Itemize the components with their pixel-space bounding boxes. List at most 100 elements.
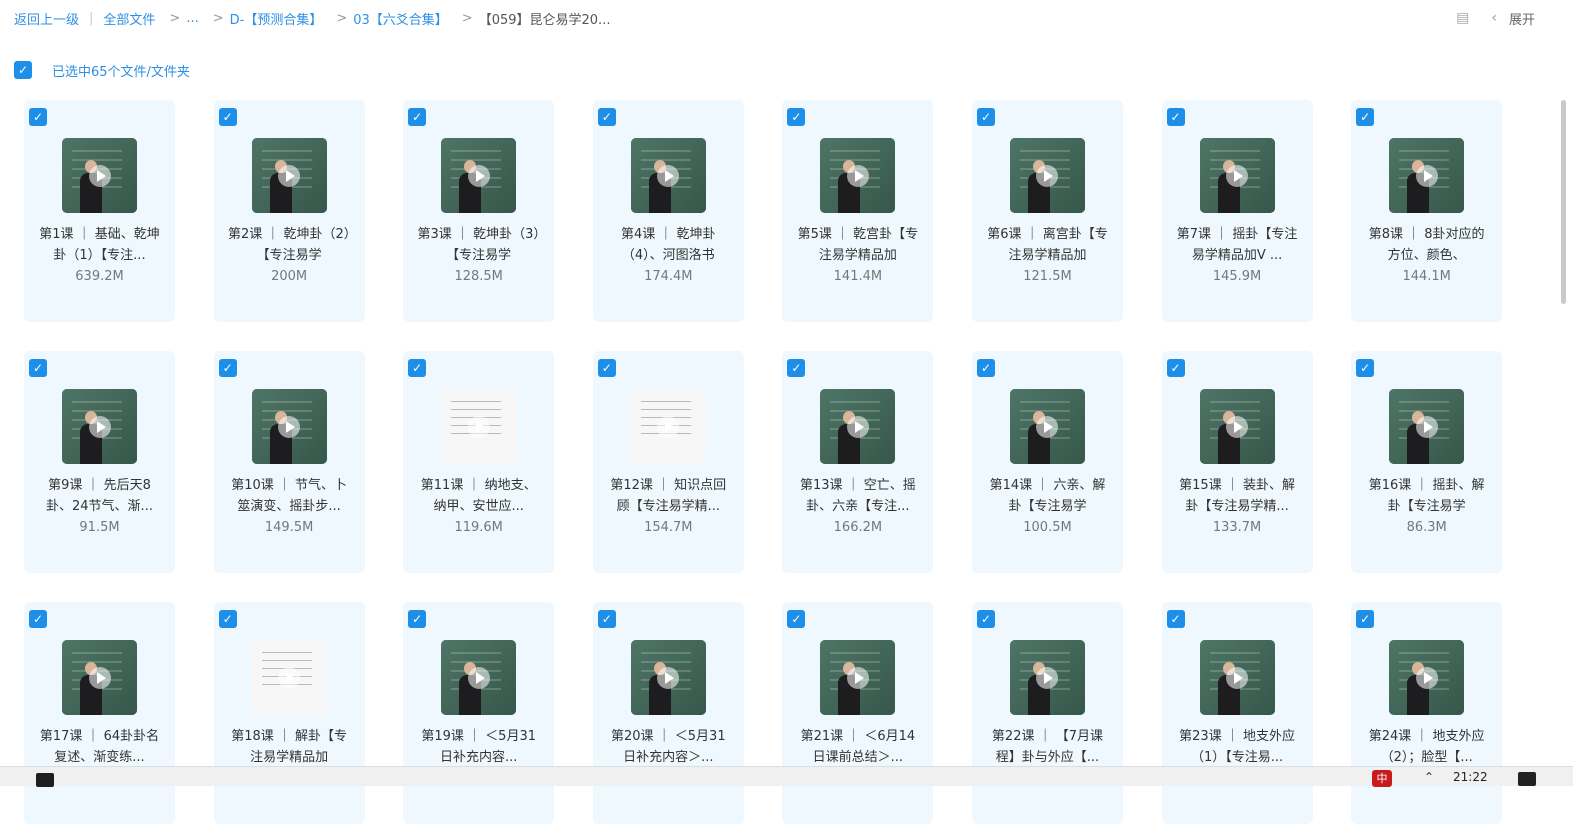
file-checkbox[interactable]: ✓ [787,108,806,126]
scrollbar-thumb[interactable] [1561,100,1566,304]
file-card[interactable]: ✓ 第19课 ｜ ＜5月31日补充内容... [403,602,555,824]
play-icon[interactable] [1226,164,1249,187]
file-card[interactable]: ✓ 第5课 ｜ 乾宫卦【专注易学精品加 141.4M [782,100,934,322]
video-thumbnail[interactable] [1009,389,1085,464]
file-checkbox[interactable]: ✓ [408,610,427,628]
file-name[interactable]: 第18课 ｜ 解卦【专注易学精品加 [226,726,353,768]
play-icon[interactable] [467,164,490,187]
file-card[interactable]: ✓ 第2课 ｜ 乾坤卦（2）【专注易学 200M [213,100,365,322]
play-icon[interactable] [1036,666,1059,689]
play-icon[interactable] [1036,164,1059,187]
breadcrumb-all-files[interactable]: 全部文件 [103,9,155,28]
file-name[interactable]: 第4课 ｜ 乾坤卦（4）、河图洛书 [605,224,732,266]
play-icon[interactable] [1226,415,1249,438]
play-icon[interactable] [88,164,111,187]
video-thumbnail[interactable] [630,138,706,213]
file-checkbox[interactable]: ✓ [218,359,237,377]
file-name[interactable]: 第5课 ｜ 乾宫卦【专注易学精品加 [794,224,921,266]
file-name[interactable]: 第8课 ｜ 8卦对应的方位、颜色、 [1363,224,1490,266]
video-thumbnail[interactable] [62,389,137,464]
file-checkbox[interactable]: ✓ [29,610,47,628]
play-icon[interactable] [846,666,869,689]
file-name[interactable]: 第3课 ｜ 乾坤卦（3）【专注易学 [415,224,542,266]
file-checkbox[interactable]: ✓ [1166,610,1185,628]
video-thumbnail[interactable] [820,640,896,715]
play-icon[interactable] [846,415,869,438]
file-name[interactable]: 第16课 ｜ 摇卦、解卦【专注易学 [1363,475,1490,517]
file-card[interactable]: ✓ 第16课 ｜ 摇卦、解卦【专注易学 86.3M [1351,351,1503,573]
video-thumbnail[interactable] [1389,640,1465,715]
breadcrumb-level2[interactable]: 03【六爻合集】 [353,9,448,28]
file-card[interactable]: ✓ 第21课 ｜ ＜6月14日课前总结＞... [782,602,934,824]
play-icon[interactable] [657,415,680,438]
file-name[interactable]: 第12课 ｜ 知识点回顾【专注易学精... [605,475,732,517]
file-checkbox[interactable]: ✓ [597,359,616,377]
file-checkbox[interactable]: ✓ [976,108,995,126]
file-name[interactable]: 第24课 ｜ 地支外应（2）；脸型【... [1363,726,1490,768]
file-checkbox[interactable]: ✓ [787,610,806,628]
file-checkbox[interactable]: ✓ [787,359,806,377]
file-checkbox[interactable]: ✓ [408,108,427,126]
play-icon[interactable] [467,415,490,438]
file-name[interactable]: 第6课 ｜ 离宫卦【专注易学精品加 [984,224,1111,266]
monitor-icon[interactable]: ▤ [1456,10,1469,26]
file-name[interactable]: 第21课 ｜ ＜6月14日课前总结＞... [794,726,921,768]
clock[interactable]: 21:22 [1453,770,1488,784]
select-all-checkbox[interactable]: ✓ [14,61,32,79]
file-card[interactable]: ✓ 第14课 ｜ 六亲、解卦【专注易学 100.5M [971,351,1123,573]
file-card[interactable]: ✓ 第13课 ｜ 空亡、摇卦、六亲【专注... 166.2M [782,351,934,573]
breadcrumb-level1[interactable]: D-【预测合集】 [230,9,323,28]
file-card[interactable]: ✓ 第17课 ｜ 64卦卦名复述、渐变练... [24,602,175,824]
video-thumbnail[interactable] [1389,389,1465,464]
file-name[interactable]: 第17课 ｜ 64卦卦名复述、渐变练... [36,726,163,768]
file-checkbox[interactable]: ✓ [597,108,616,126]
file-card[interactable]: ✓ 第4课 ｜ 乾坤卦（4）、河图洛书 174.4M [592,100,744,322]
play-icon[interactable] [657,666,680,689]
file-name[interactable]: 第19课 ｜ ＜5月31日补充内容... [415,726,542,768]
file-card[interactable]: ✓ 第23课 ｜ 地支外应（1）【专注易... [1161,602,1313,824]
file-card[interactable]: ✓ 第12课 ｜ 知识点回顾【专注易学精... 154.7M [592,351,744,573]
file-name[interactable]: 第23课 ｜ 地支外应（1）【专注易... [1174,726,1301,768]
play-icon[interactable] [657,164,680,187]
file-card[interactable]: ✓ 第22课 ｜ 【7月课程】卦与外应【... [971,602,1123,824]
video-thumbnail[interactable] [820,389,896,464]
file-card[interactable]: ✓ 第10课 ｜ 节气、卜筮演变、摇卦步... 149.5M [213,351,365,573]
play-icon[interactable] [1036,415,1059,438]
file-checkbox[interactable]: ✓ [218,610,237,628]
breadcrumb-ellipsis[interactable]: ... [186,11,198,26]
video-thumbnail[interactable] [441,389,517,464]
play-icon[interactable] [278,666,301,689]
play-icon[interactable] [88,415,111,438]
file-checkbox[interactable]: ✓ [29,108,47,126]
video-thumbnail[interactable] [1009,640,1085,715]
file-card[interactable]: ✓ 第11课 ｜ 纳地支、纳甲、安世应... 119.6M [403,351,555,573]
play-icon[interactable] [278,415,301,438]
file-checkbox[interactable]: ✓ [218,108,237,126]
video-thumbnail[interactable] [441,640,517,715]
file-name[interactable]: 第11课 ｜ 纳地支、纳甲、安世应... [415,475,542,517]
terminal-icon[interactable] [36,773,54,787]
play-icon[interactable] [88,666,111,689]
file-card[interactable]: ✓ 第7课 ｜ 摇卦【专注易学精品加V ... 145.9M [1161,100,1313,322]
video-thumbnail[interactable] [1199,138,1275,213]
file-name[interactable]: 第15课 ｜ 装卦、解卦【专注易学精... [1174,475,1301,517]
file-card[interactable]: ✓ 第3课 ｜ 乾坤卦（3）【专注易学 128.5M [403,100,555,322]
file-card[interactable]: ✓ 第18课 ｜ 解卦【专注易学精品加 [213,602,365,824]
back-link[interactable]: 返回上一级 [14,9,79,28]
file-name[interactable]: 第10课 ｜ 节气、卜筮演变、摇卦步... [226,475,353,517]
file-card[interactable]: ✓ 第6课 ｜ 离宫卦【专注易学精品加 121.5M [971,100,1123,322]
play-icon[interactable] [278,164,301,187]
file-name[interactable]: 第2课 ｜ 乾坤卦（2）【专注易学 [226,224,353,266]
play-icon[interactable] [1415,666,1438,689]
notification-icon[interactable] [1518,772,1536,786]
video-thumbnail[interactable] [62,640,137,715]
video-thumbnail[interactable] [251,389,327,464]
file-name[interactable]: 第22课 ｜ 【7月课程】卦与外应【... [984,726,1111,768]
file-checkbox[interactable]: ✓ [1166,359,1185,377]
file-checkbox[interactable]: ✓ [1356,108,1375,126]
file-checkbox[interactable]: ✓ [408,359,427,377]
file-checkbox[interactable]: ✓ [1166,108,1185,126]
play-icon[interactable] [1415,415,1438,438]
video-thumbnail[interactable] [1389,138,1465,213]
file-card[interactable]: ✓ 第20课 ｜ ＜5月31日补充内容＞... [592,602,744,824]
